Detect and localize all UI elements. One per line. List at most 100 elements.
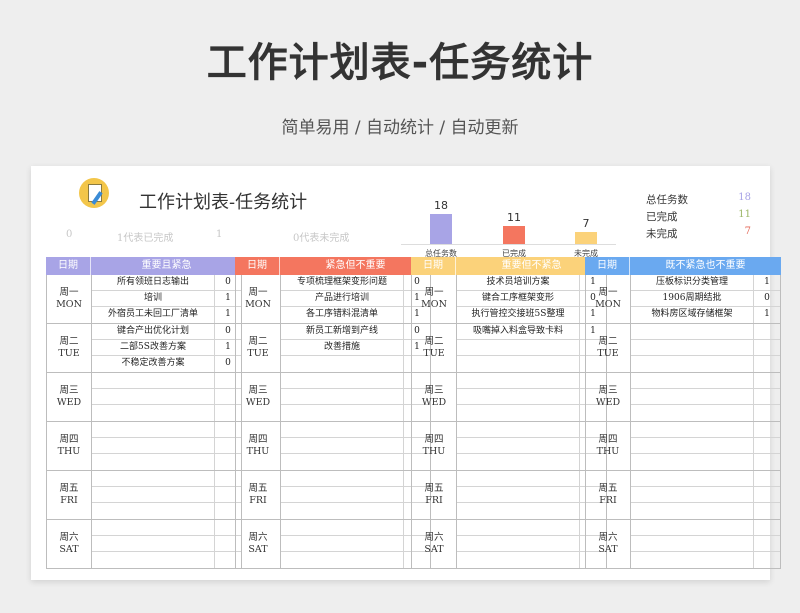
notepad-icon bbox=[79, 178, 109, 208]
summary-value: 18 bbox=[738, 192, 751, 203]
chart-bar bbox=[430, 214, 452, 244]
task-row bbox=[631, 356, 780, 372]
task-name bbox=[631, 503, 754, 519]
task-row bbox=[631, 536, 780, 552]
summary-row: 总任务数 18 bbox=[646, 192, 751, 209]
task-row bbox=[92, 373, 241, 389]
day-en: FRI bbox=[425, 495, 443, 506]
task-row bbox=[457, 536, 606, 552]
day-en: SAT bbox=[59, 544, 79, 555]
task-name bbox=[457, 422, 580, 437]
summary-value: 7 bbox=[744, 226, 751, 237]
task-name bbox=[92, 503, 215, 519]
day-label: 周二 TUE bbox=[412, 324, 457, 372]
task-row bbox=[281, 471, 430, 487]
task-rows bbox=[457, 520, 606, 568]
task-name: 各工序错料混清单 bbox=[281, 307, 404, 323]
day-block: 周二 TUE 吸嘴掉入料盒导致卡料 1 bbox=[411, 324, 607, 373]
day-label: 周五 FRI bbox=[412, 471, 457, 519]
day-en: TUE bbox=[247, 348, 269, 359]
task-name bbox=[281, 438, 404, 453]
summary-panel: 总任务数 18 已完成 11 未完成 7 bbox=[646, 192, 751, 243]
panel-header: 日期 重要且紧急 bbox=[46, 257, 242, 275]
task-row bbox=[281, 552, 430, 568]
day-label: 周六 SAT bbox=[47, 520, 92, 568]
task-row bbox=[92, 438, 241, 454]
task-row bbox=[631, 520, 780, 536]
task-row bbox=[631, 422, 780, 438]
task-row: 外宿员工未回工厂清单 1 bbox=[92, 307, 241, 323]
day-block: 周四 THU bbox=[585, 422, 781, 471]
task-name bbox=[281, 471, 404, 486]
task-row bbox=[631, 471, 780, 487]
day-en: WED bbox=[56, 397, 82, 408]
task-name: 1906周期结批 bbox=[631, 291, 754, 306]
task-name bbox=[631, 536, 754, 551]
task-rows bbox=[631, 520, 780, 568]
day-en: WED bbox=[421, 397, 447, 408]
bar-value-label: 11 bbox=[507, 210, 521, 224]
quadrant-panel: 日期 既不紧急也不重要 周一 MON 压板标识分类管理 1 1906周期结批 0 物料房区域存储… bbox=[585, 257, 781, 571]
quadrant-panel: 日期 紧急但不重要 周一 MON 专项梳理框架变形问题 0 产品进行培训 1 各工序错料混清单 1… bbox=[235, 257, 431, 571]
task-rows bbox=[281, 471, 430, 519]
day-cn: 周三 bbox=[59, 385, 79, 396]
day-label: 周二 TUE bbox=[236, 324, 281, 372]
task-status bbox=[754, 471, 780, 486]
day-block: 周五 FRI bbox=[585, 471, 781, 520]
task-row: 1906周期结批 0 bbox=[631, 291, 780, 307]
day-label: 周一 MON bbox=[236, 275, 281, 323]
task-name bbox=[92, 471, 215, 486]
task-rows bbox=[92, 471, 241, 519]
day-cn: 周一 bbox=[59, 287, 79, 298]
task-name bbox=[457, 356, 580, 372]
task-name: 键合工序框架变形 bbox=[457, 291, 580, 306]
day-en: WED bbox=[245, 397, 271, 408]
task-name: 物料房区域存储框架 bbox=[631, 307, 754, 323]
task-rows bbox=[457, 471, 606, 519]
day-cn: 周一 bbox=[598, 287, 618, 298]
day-cn: 周五 bbox=[248, 483, 268, 494]
task-name bbox=[631, 487, 754, 502]
day-label: 周五 FRI bbox=[586, 471, 631, 519]
task-name bbox=[457, 536, 580, 551]
task-name bbox=[631, 373, 754, 388]
panel-header: 日期 紧急但不重要 bbox=[235, 257, 431, 275]
day-block: 周四 THU bbox=[46, 422, 242, 471]
summary-row: 已完成 11 bbox=[646, 209, 751, 226]
task-row bbox=[92, 422, 241, 438]
task-row: 技术员培训方案 1 bbox=[457, 275, 606, 291]
task-row bbox=[92, 454, 241, 470]
task-rows: 技术员培训方案 1 键合工序框架变形 0 执行管控交接班5S整理 1 bbox=[457, 275, 606, 323]
task-row bbox=[457, 340, 606, 356]
task-rows bbox=[92, 422, 241, 470]
category-header: 既不紧急也不重要 bbox=[665, 260, 746, 271]
day-cn: 周六 bbox=[598, 532, 618, 543]
day-cn: 周二 bbox=[248, 336, 268, 347]
panel-header: 日期 既不紧急也不重要 bbox=[585, 257, 781, 275]
day-en: MON bbox=[56, 299, 82, 310]
task-rows: 压板标识分类管理 1 1906周期结批 0 物料房区域存储框架 1 bbox=[631, 275, 780, 323]
task-row bbox=[457, 503, 606, 519]
task-row bbox=[92, 520, 241, 536]
panel-header: 日期 重要但不紧急 bbox=[411, 257, 607, 275]
task-name bbox=[281, 356, 404, 372]
task-rows bbox=[92, 520, 241, 568]
date-column-header: 日期 bbox=[411, 257, 456, 275]
task-status bbox=[754, 520, 780, 535]
stat-cell: 1代表已完成 bbox=[117, 233, 174, 244]
day-en: TUE bbox=[58, 348, 80, 359]
task-name bbox=[457, 405, 580, 421]
day-en: THU bbox=[596, 446, 620, 457]
task-name bbox=[631, 471, 754, 486]
task-status bbox=[754, 503, 780, 519]
day-block: 周五 FRI bbox=[411, 471, 607, 520]
day-label: 周五 FRI bbox=[236, 471, 281, 519]
task-rows bbox=[631, 422, 780, 470]
task-name bbox=[92, 422, 215, 437]
day-cn: 周六 bbox=[59, 532, 79, 543]
day-block: 周二 TUE 键合产出优化计划 0 二部5S改善方案 1 不稳定改善方案 0 bbox=[46, 324, 242, 373]
task-rows bbox=[631, 324, 780, 372]
task-row bbox=[281, 454, 430, 470]
task-row: 各工序错料混清单 1 bbox=[281, 307, 430, 323]
task-status bbox=[754, 552, 780, 568]
